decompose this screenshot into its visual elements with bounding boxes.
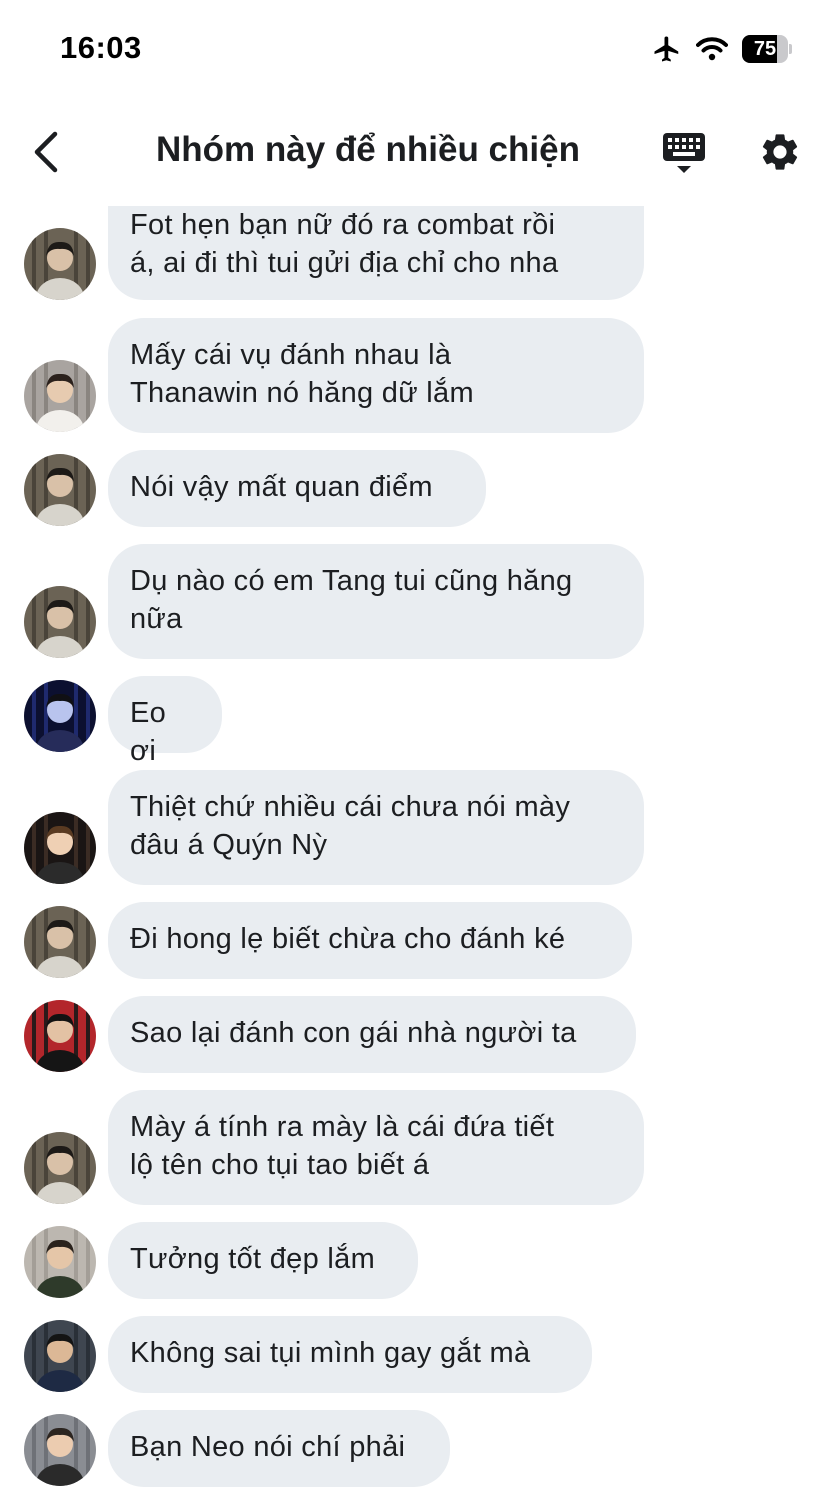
back-button[interactable] bbox=[24, 124, 68, 180]
person-photo-icon bbox=[24, 1132, 96, 1204]
person-photo-icon bbox=[24, 586, 96, 658]
battery-icon: 75 bbox=[742, 35, 792, 63]
keyboard-icon bbox=[663, 133, 705, 173]
sender-avatar[interactable] bbox=[24, 1320, 96, 1392]
airplane-icon bbox=[652, 34, 682, 64]
message-bubble[interactable]: Fot hẹn bạn nữ đó ra combat rồi á, ai đi… bbox=[108, 206, 644, 300]
sender-avatar[interactable] bbox=[24, 1226, 96, 1298]
group-title[interactable]: Nhóm này để nhiều chiện bbox=[118, 130, 618, 170]
person-photo-icon bbox=[24, 1320, 96, 1392]
wifi-icon bbox=[696, 36, 728, 62]
sender-avatar[interactable] bbox=[24, 1000, 96, 1072]
message-bubble[interactable]: Mày á tính ra mày là cái đứa tiết lộ tên… bbox=[108, 1090, 644, 1205]
status-icons: 75 bbox=[652, 34, 792, 64]
sender-avatar[interactable] bbox=[24, 586, 96, 658]
person-photo-icon bbox=[24, 1414, 96, 1486]
message-list[interactable]: Fot hẹn bạn nữ đó ra combat rồi á, ai đi… bbox=[0, 206, 828, 1495]
sender-avatar[interactable] bbox=[24, 228, 96, 300]
status-time: 16:03 bbox=[60, 30, 142, 65]
message-bubble[interactable]: Mấy cái vụ đánh nhau là Thanawin nó hăng… bbox=[108, 318, 644, 433]
message-bubble[interactable]: Thiệt chứ nhiều cái chưa nói mày đâu á Q… bbox=[108, 770, 644, 885]
message-bubble[interactable]: Tưởng tốt đẹp lắm bbox=[108, 1222, 418, 1299]
sender-avatar[interactable] bbox=[24, 812, 96, 884]
person-photo-icon bbox=[24, 680, 96, 752]
sender-avatar[interactable] bbox=[24, 680, 96, 752]
chat-header: Nhóm này để nhiều chiện bbox=[0, 100, 828, 206]
settings-button[interactable] bbox=[758, 130, 802, 174]
person-photo-icon bbox=[24, 228, 96, 300]
gear-icon bbox=[762, 134, 798, 170]
person-photo-icon bbox=[24, 454, 96, 526]
sender-avatar[interactable] bbox=[24, 1132, 96, 1204]
sender-avatar[interactable] bbox=[24, 454, 96, 526]
battery-level: 75 bbox=[753, 38, 777, 60]
message-bubble[interactable]: Eo ơi bbox=[108, 676, 222, 767]
message-bubble[interactable]: Dụ nào có em Tang tui cũng hăng nữa bbox=[108, 544, 644, 659]
chevron-left-icon bbox=[34, 131, 58, 173]
sender-avatar[interactable] bbox=[24, 906, 96, 978]
keyboard-button[interactable] bbox=[660, 130, 708, 178]
person-photo-icon bbox=[24, 1226, 96, 1298]
person-photo-icon bbox=[24, 360, 96, 432]
message-bubble[interactable]: Đi hong lẹ biết chừa cho đánh ké bbox=[108, 902, 632, 979]
person-photo-icon bbox=[24, 1000, 96, 1072]
sender-avatar[interactable] bbox=[24, 1414, 96, 1486]
message-bubble[interactable]: Sao lại đánh con gái nhà người ta bbox=[108, 996, 636, 1073]
message-bubble[interactable]: Nói vậy mất quan điểm bbox=[108, 450, 486, 527]
person-photo-icon bbox=[24, 812, 96, 884]
message-bubble[interactable]: Bạn Neo nói chí phải bbox=[108, 1410, 450, 1487]
status-bar: 16:03 75 bbox=[0, 0, 828, 100]
person-photo-icon bbox=[24, 906, 96, 978]
sender-avatar[interactable] bbox=[24, 360, 96, 432]
message-bubble[interactable]: Không sai tụi mình gay gắt mà bbox=[108, 1316, 592, 1393]
